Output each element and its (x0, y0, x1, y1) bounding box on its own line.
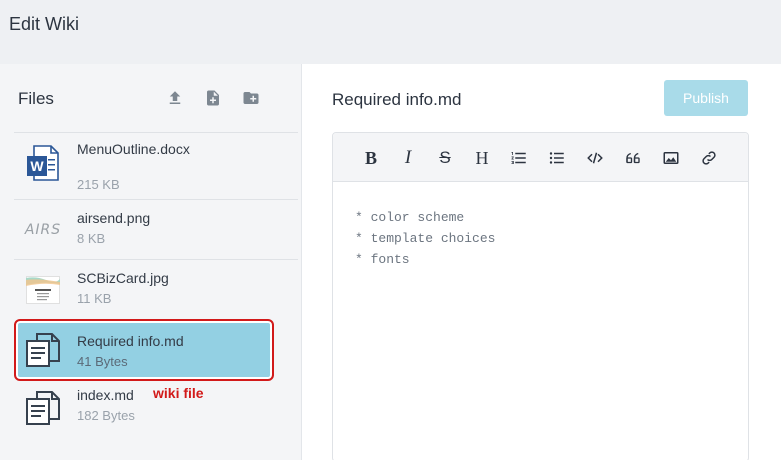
file-size: 182 Bytes (77, 408, 135, 423)
code-button[interactable] (582, 145, 608, 171)
file-item-index[interactable]: index.md 182 Bytes wiki file (14, 379, 298, 439)
image-button[interactable] (658, 145, 684, 171)
files-sidebar: Files W MenuOutline.docx 215 KB AIRS air… (0, 64, 302, 460)
quote-button[interactable] (620, 145, 646, 171)
unordered-list-icon (549, 152, 564, 164)
heading-button[interactable]: H (469, 145, 495, 171)
format-toolbar: B I S H (333, 133, 748, 182)
svg-text:W: W (30, 158, 44, 174)
file-list: W MenuOutline.docx 215 KB AIRS airsend.p… (14, 132, 298, 439)
bold-button[interactable]: B (358, 145, 384, 171)
file-size: 11 KB (77, 291, 112, 306)
heading-icon: H (475, 147, 489, 168)
file-size: 8 KB (77, 231, 106, 246)
ordered-list-icon (511, 152, 526, 164)
code-icon (587, 152, 603, 164)
quote-icon (626, 152, 640, 164)
file-item-airsend[interactable]: AIRS airsend.png 8 KB (14, 199, 298, 259)
bold-icon: B (364, 147, 377, 168)
wiki-file-annotation: wiki file (153, 385, 204, 401)
content-line: * template choices (355, 231, 496, 246)
editor-pane: Required info.md Publish B I S H * color… (302, 64, 781, 460)
file-item-required-info[interactable]: Required info.md 41 Bytes (14, 319, 298, 381)
new-folder-icon (243, 92, 259, 104)
new-folder-button[interactable] (241, 88, 261, 108)
files-heading: Files (18, 89, 54, 108)
strikethrough-icon: S (439, 148, 451, 167)
content-line: * fonts (355, 252, 410, 267)
new-file-button[interactable] (203, 88, 223, 108)
italic-icon: I (404, 147, 412, 168)
link-icon (702, 151, 716, 165)
document-title: Required info.md (332, 90, 462, 109)
file-name: airsend.png (77, 210, 151, 226)
file-name: MenuOutline.docx (77, 141, 190, 157)
file-size: 41 Bytes (77, 354, 128, 369)
publish-button[interactable]: Publish (664, 80, 748, 116)
word-doc-icon: W (24, 144, 62, 182)
page-title: Edit Wiki (9, 14, 80, 34)
upload-button[interactable] (165, 88, 185, 108)
strikethrough-button[interactable]: S (432, 145, 458, 171)
image-icon (663, 152, 679, 164)
unordered-list-button[interactable] (544, 145, 570, 171)
new-file-icon (207, 90, 219, 106)
top-bar: Edit Wiki (0, 0, 781, 64)
ordered-list-button[interactable] (506, 145, 532, 171)
markdown-file-icon (24, 389, 62, 427)
image-thumbnail (24, 271, 62, 309)
file-item-scbizcard[interactable]: SCBizCard.jpg 11 KB (14, 259, 298, 319)
file-item-menuoutline[interactable]: W MenuOutline.docx 215 KB (14, 132, 298, 199)
file-size: 215 KB (77, 177, 120, 192)
editor-content[interactable]: * color scheme * template choices * font… (355, 207, 495, 270)
italic-button[interactable]: I (395, 145, 421, 171)
markdown-file-icon (24, 331, 62, 369)
content-line: * color scheme (355, 210, 465, 225)
link-button[interactable] (696, 145, 722, 171)
thumbnail-text: AIRS (24, 222, 62, 238)
file-name: Required info.md (77, 333, 184, 349)
file-name: SCBizCard.jpg (77, 270, 169, 286)
upload-icon (169, 91, 181, 104)
image-thumbnail: AIRS (24, 211, 62, 249)
markdown-editor: B I S H * color scheme * template choice… (332, 132, 749, 460)
